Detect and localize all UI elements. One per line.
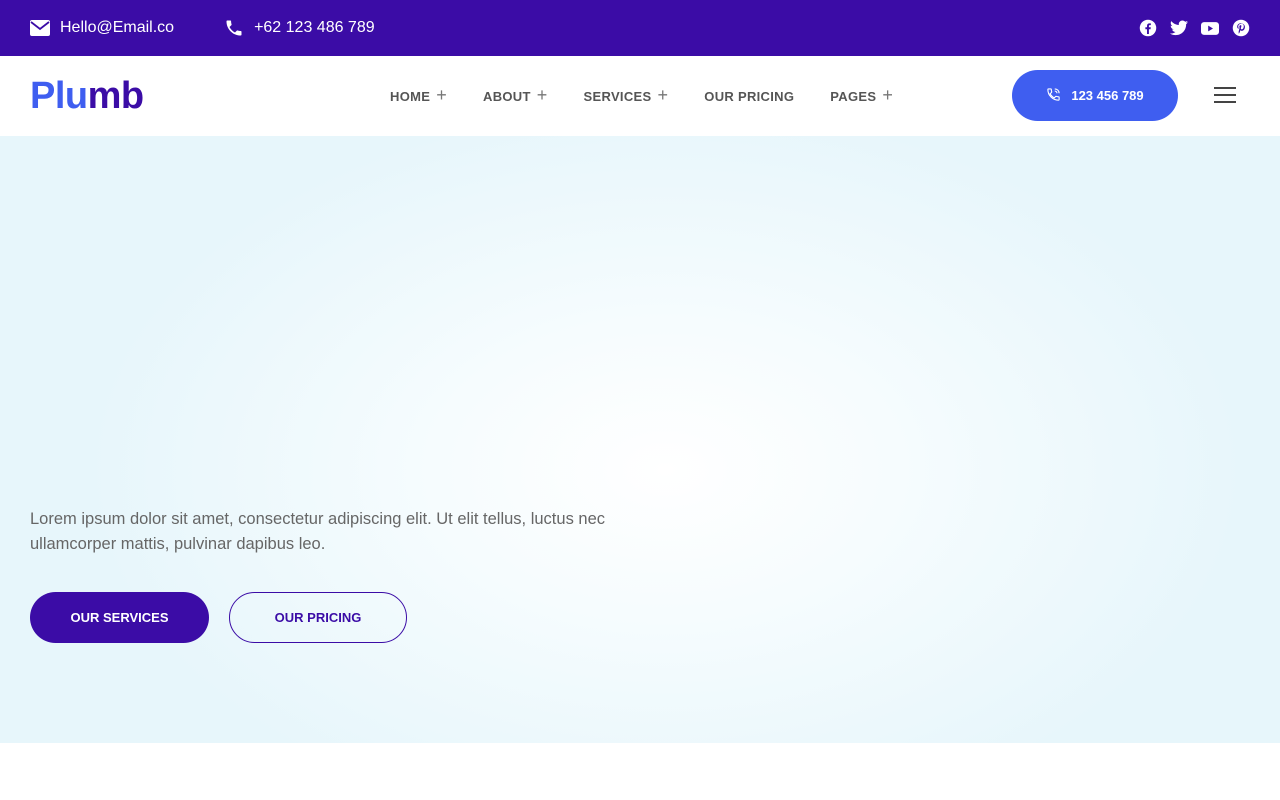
logo-part-1: Plu: [30, 74, 88, 117]
nav-item-label: SERVICES: [583, 88, 652, 104]
email-contact[interactable]: Hello@Email.co: [30, 19, 174, 37]
plus-icon: +: [536, 85, 548, 105]
nav-item-label: PAGES: [830, 88, 877, 104]
social-links: [1139, 19, 1250, 37]
hero-section: Lorem ipsum dolor sit amet, consectetur …: [0, 136, 1280, 743]
top-bar: Hello@Email.co +62 123 486 789: [0, 0, 1280, 56]
nav-item-pages[interactable]: PAGES +: [830, 85, 894, 105]
phone-ring-icon: [1046, 87, 1061, 105]
nav-item-label: ABOUT: [483, 88, 531, 104]
menu-icon[interactable]: [1214, 86, 1236, 104]
logo-part-2: mb: [87, 74, 145, 117]
nav-item-label: OUR PRICING: [704, 88, 795, 104]
envelope-icon: [30, 20, 50, 36]
phone-icon: [224, 18, 244, 38]
nav-item-about[interactable]: ABOUT +: [483, 85, 548, 105]
call-button-label: 123 456 789: [1071, 88, 1144, 103]
our-services-button[interactable]: OUR SERVICES: [30, 592, 209, 643]
nav-item-our-pricing[interactable]: OUR PRICING: [704, 89, 794, 104]
contact-info: Hello@Email.co +62 123 486 789: [30, 18, 375, 38]
main-header: Plumb HOME + ABOUT + SERVICES + OUR PRIC…: [0, 56, 1280, 136]
email-text: Hello@Email.co: [60, 19, 175, 36]
plus-icon: +: [657, 85, 669, 105]
nav-item-home[interactable]: HOME +: [390, 85, 448, 105]
twitter-icon[interactable]: [1170, 19, 1188, 37]
plus-icon: +: [882, 85, 894, 105]
phone-contact[interactable]: +62 123 486 789: [224, 18, 375, 38]
pinterest-icon[interactable]: [1232, 19, 1250, 37]
hero-description: Lorem ipsum dolor sit amet, consectetur …: [30, 510, 606, 553]
our-pricing-button[interactable]: OUR PRICING: [229, 592, 407, 643]
logo[interactable]: Plumb: [30, 75, 230, 118]
call-button[interactable]: 123 456 789: [1012, 70, 1178, 121]
plus-icon: +: [436, 85, 448, 105]
main-nav: HOME + ABOUT + SERVICES + OUR PRICING PA…: [390, 56, 929, 136]
facebook-icon[interactable]: [1139, 19, 1157, 37]
nav-item-services[interactable]: SERVICES +: [583, 85, 669, 105]
phone-text: +62 123 486 789: [254, 19, 375, 36]
nav-item-label: HOME: [390, 88, 431, 104]
youtube-icon[interactable]: [1201, 19, 1219, 37]
